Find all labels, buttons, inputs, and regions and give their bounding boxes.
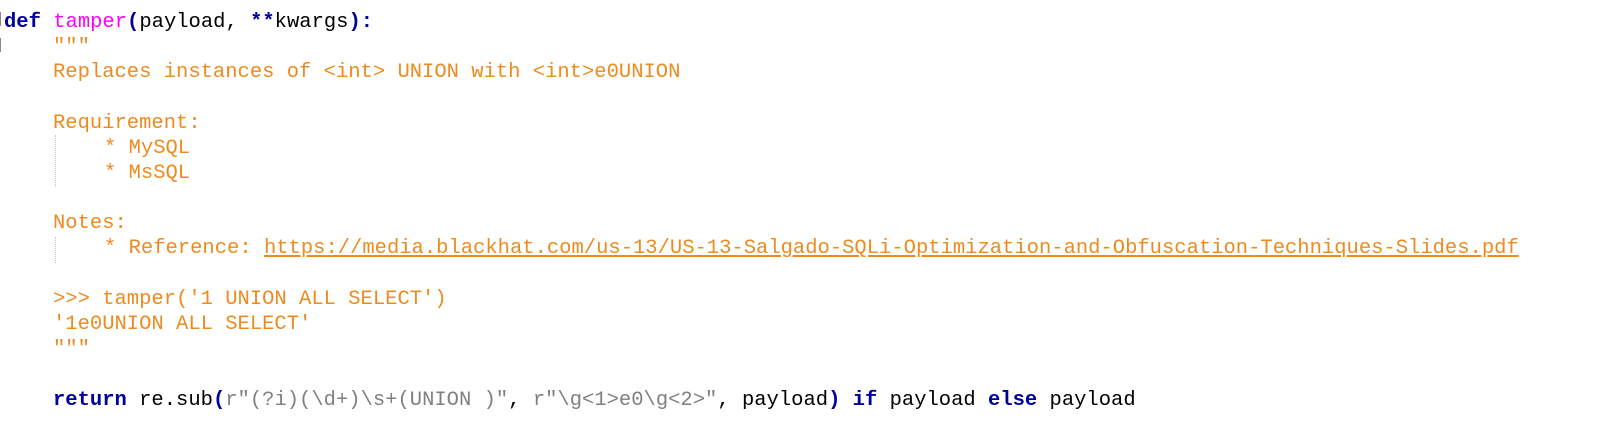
indent-guide — [55, 135, 56, 187]
close-paren: ) — [828, 389, 841, 412]
kwargs-name: kwargs — [274, 11, 349, 34]
notes-reference-prefix: * Reference: — [104, 237, 264, 260]
requirement-item: * MsSQL — [104, 162, 191, 185]
code-line-notes-reference[interactable]: * Reference: https://media.blackhat.com/… — [104, 236, 1519, 261]
code-line-example-call[interactable]: >>> tamper('1 UNION ALL SELECT') — [53, 287, 447, 312]
docstring-summary: Replaces instances of <int> UNION with <… — [53, 61, 681, 84]
payload-fallback: payload — [1049, 389, 1136, 412]
function-name: tamper — [53, 11, 128, 34]
close-paren-colon: ): — [348, 11, 374, 34]
example-result: '1e0UNION ALL SELECT' — [53, 313, 312, 336]
reference-link[interactable]: https://media.blackhat.com/us-13/US-13-S… — [264, 237, 1519, 260]
fold-marker[interactable] — [0, 12, 1, 26]
code-line-requirement-item[interactable]: * MsSQL — [104, 161, 190, 186]
argument-separator: , — [508, 389, 533, 412]
payload-argument: , payload — [717, 389, 829, 412]
open-paren: ( — [127, 11, 140, 34]
replacement-string: r"\g<1>e0\g<2>" — [532, 389, 718, 412]
fold-marker[interactable] — [0, 38, 1, 52]
fold-gutter[interactable] — [0, 0, 4, 445]
indent-guide — [55, 237, 56, 263]
code-line-doc-summary[interactable]: Replaces instances of <int> UNION with <… — [53, 60, 680, 85]
code-line-requirement-header[interactable]: Requirement: — [53, 111, 201, 136]
payload-condition: payload — [889, 389, 976, 412]
kwargs-operator: ** — [250, 11, 275, 34]
open-paren: ( — [212, 389, 226, 412]
keyword-else: else — [975, 389, 1050, 412]
code-line-return[interactable]: return re.sub(r"(?i)(\d+)\s+(UNION )", r… — [53, 388, 1136, 413]
keyword-if: if — [840, 389, 890, 412]
code-editor[interactable]: def tamper(payload, **kwargs): """ Repla… — [0, 0, 1614, 445]
docstring-open-quotes: """ — [53, 36, 90, 59]
requirement-header: Requirement: — [53, 112, 201, 135]
code-line-def[interactable]: def tamper(payload, **kwargs): — [4, 10, 373, 35]
keyword-return: return — [53, 389, 127, 412]
code-line-requirement-item[interactable]: * MySQL — [104, 136, 190, 161]
code-line-doc-close[interactable]: """ — [53, 337, 90, 362]
docstring-close-quotes: """ — [53, 338, 90, 361]
example-call: >>> tamper('1 UNION ALL SELECT') — [53, 288, 447, 311]
code-line-example-result[interactable]: '1e0UNION ALL SELECT' — [53, 312, 311, 337]
notes-header: Notes: — [53, 212, 127, 235]
re-sub-call: re.sub — [126, 389, 213, 412]
requirement-item: * MySQL — [104, 137, 191, 160]
params-text: payload, — [139, 11, 251, 34]
keyword-def: def — [4, 11, 41, 34]
code-line-doc-open[interactable]: """ — [53, 35, 90, 60]
regex-pattern-string: r"(?i)(\d+)\s+(UNION )" — [225, 389, 509, 412]
code-line-notes-header[interactable]: Notes: — [53, 211, 127, 236]
